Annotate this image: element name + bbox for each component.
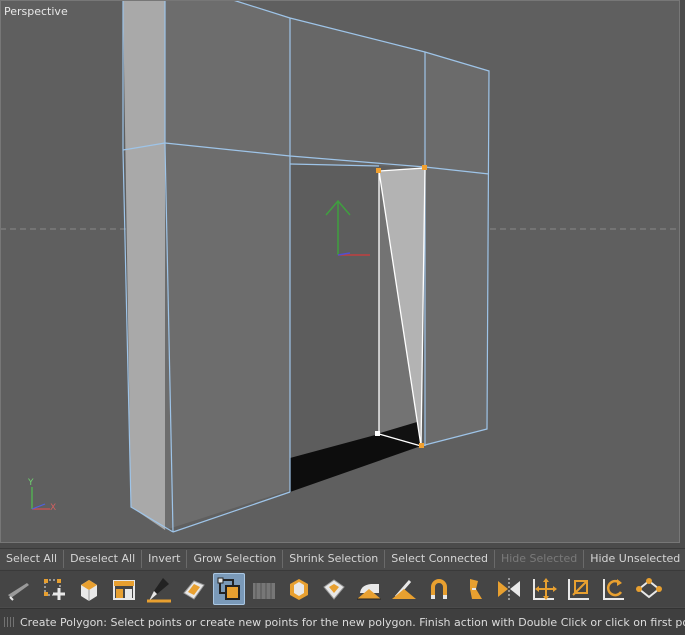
point-marker xyxy=(422,165,427,170)
bevel-icon xyxy=(323,579,345,600)
bevel-tool-button[interactable] xyxy=(318,573,350,605)
create-polygon-icon xyxy=(217,577,240,600)
status-bar: Create Polygon: Select points or create … xyxy=(0,608,685,635)
mirror-icon xyxy=(498,578,520,600)
shrink-selection-button[interactable]: Shrink Selection xyxy=(283,550,386,568)
selection-toolbar: Select All Deselect All Invert Grow Selecti… xyxy=(0,548,685,569)
select-all-button[interactable]: Select All xyxy=(0,550,65,568)
extrude-inner-icon xyxy=(290,579,308,600)
tool-palette xyxy=(0,570,685,607)
add-point-tool-button[interactable] xyxy=(38,573,70,605)
invert-button[interactable]: Invert xyxy=(142,550,188,568)
hide-selected-button[interactable]: Hide Selected xyxy=(495,550,585,568)
twist-icon xyxy=(470,579,482,599)
knife-tool-button[interactable] xyxy=(3,573,35,605)
select-connected-button[interactable]: Select Connected xyxy=(385,550,495,568)
points-icon xyxy=(636,578,662,599)
wall-front-left xyxy=(165,0,290,530)
iron-icon xyxy=(357,584,381,600)
mirror-tool-button[interactable] xyxy=(493,573,525,605)
axis-triad xyxy=(31,487,50,510)
rotate-tool-button[interactable] xyxy=(598,573,630,605)
scale-icon xyxy=(568,579,589,600)
rotate-icon xyxy=(603,579,624,600)
add-point-icon xyxy=(44,579,65,600)
deselect-all-button[interactable]: Deselect All xyxy=(64,550,143,568)
knife-icon xyxy=(8,583,29,601)
slide-icon xyxy=(183,580,205,600)
wall-front-top xyxy=(290,18,425,168)
wall-front-right xyxy=(423,52,489,445)
create-polygon-tool-button[interactable] xyxy=(213,573,245,605)
scene-3d[interactable] xyxy=(0,0,680,543)
extrude-inner-tool-button[interactable] xyxy=(283,573,315,605)
grow-selection-button[interactable]: Grow Selection xyxy=(187,550,284,568)
perspective-viewport[interactable]: Perspective Y X xyxy=(0,0,680,543)
grip-icon xyxy=(4,617,14,627)
points-tool-button[interactable] xyxy=(633,573,665,605)
twist-tool-button[interactable] xyxy=(458,573,490,605)
extrude-tool-button[interactable] xyxy=(73,573,105,605)
door-interior xyxy=(290,164,379,458)
point-marker xyxy=(376,168,381,173)
point-marker xyxy=(375,431,380,436)
magnet-tool-button[interactable] xyxy=(423,573,455,605)
move-tool-button[interactable] xyxy=(528,573,560,605)
hide-unselected-button[interactable]: Hide Unselected xyxy=(584,550,685,568)
stitch-icon xyxy=(392,580,416,599)
bridge-icon xyxy=(113,580,135,600)
status-text: Create Polygon: Select points or create … xyxy=(20,615,685,629)
bridge-tool-button[interactable] xyxy=(108,573,140,605)
brush-tool-button[interactable] xyxy=(143,573,175,605)
axis-y-label: Y xyxy=(28,478,34,488)
point-marker xyxy=(419,443,424,448)
brush-icon xyxy=(147,578,171,603)
stitch-tool-button[interactable] xyxy=(388,573,420,605)
array-icon xyxy=(253,583,275,599)
axis-x-label: X xyxy=(50,503,57,513)
magnet-icon xyxy=(431,579,447,599)
slide-tool-button[interactable] xyxy=(178,573,210,605)
scale-tool-button[interactable] xyxy=(563,573,595,605)
move-icon xyxy=(533,578,557,600)
viewport-label: Perspective xyxy=(4,5,68,18)
array-tool-button[interactable] xyxy=(248,573,280,605)
extrude-icon xyxy=(81,580,97,601)
iron-tool-button[interactable] xyxy=(353,573,385,605)
